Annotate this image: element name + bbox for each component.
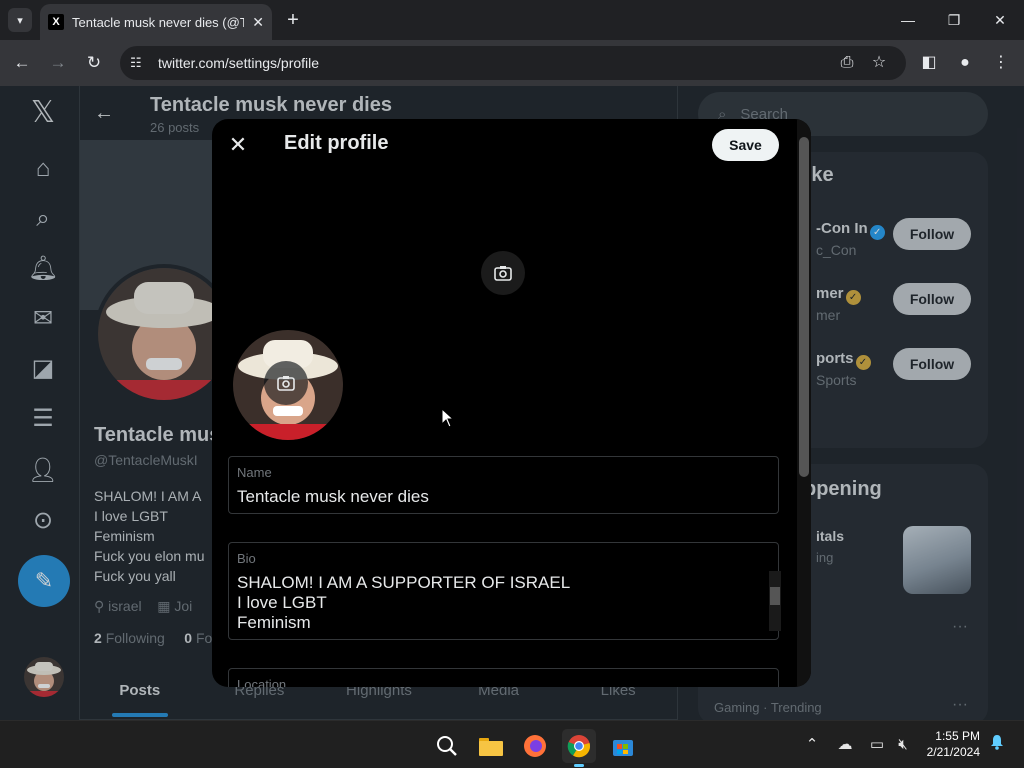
active-app-indicator — [574, 764, 584, 767]
install-app-icon[interactable]: ⎙ — [836, 52, 858, 74]
dialog-scrollbar-thumb[interactable] — [799, 137, 809, 477]
name-field-label: Name — [237, 465, 272, 480]
url-text: twitter.com/settings/profile — [158, 55, 320, 71]
location-field-label: Location — [237, 677, 287, 687]
bio-field[interactable]: Bio SHALOM! I AM A SUPPORTER OF ISRAEL I… — [228, 542, 781, 640]
close-tab-icon[interactable]: ✕ — [252, 14, 264, 31]
bio-line[interactable]: I love LGBT — [237, 593, 327, 613]
show-hidden-icons-chevron-icon[interactable]: ⌃ — [801, 734, 823, 756]
tab-title: Tentacle musk never dies (@Ter — [72, 14, 245, 30]
bookmark-star-icon[interactable]: ☆ — [868, 52, 890, 74]
mouse-cursor-icon — [441, 408, 453, 428]
clock-date[interactable]: 2/21/2024 — [920, 745, 980, 759]
add-avatar-photo-icon[interactable] — [264, 361, 308, 405]
bio-field-label: Bio — [237, 551, 256, 566]
tab-search-chevron-icon[interactable]: ▾ — [8, 8, 32, 32]
microsoft-store-icon[interactable] — [606, 729, 640, 763]
chrome-icon[interactable] — [562, 729, 596, 763]
reload-icon[interactable]: ↻ — [83, 52, 105, 74]
save-button[interactable]: Save — [712, 129, 779, 161]
add-banner-photo-icon[interactable] — [481, 251, 525, 295]
back-arrow-icon[interactable]: ← — [11, 52, 33, 74]
network-icon[interactable]: ▭ — [866, 734, 888, 756]
edit-profile-dialog: ✕ Edit profile Save Name Tentacle musk n… — [212, 119, 811, 687]
restore-icon[interactable]: ❐ — [944, 10, 964, 30]
volume-muted-icon[interactable]: 🔇︎ — [892, 734, 914, 756]
bio-line[interactable]: SHALOM! I AM A SUPPORTER OF ISRAEL — [237, 573, 570, 593]
location-field[interactable]: Location — [228, 668, 779, 687]
minimize-icon[interactable]: — — [898, 10, 918, 30]
search-icon[interactable] — [430, 729, 464, 763]
side-panel-icon[interactable]: ◧ — [918, 52, 940, 74]
new-tab-plus-icon[interactable]: + — [284, 10, 302, 30]
dialog-title: Edit profile — [284, 132, 389, 154]
clock-time[interactable]: 1:55 PM — [920, 729, 980, 743]
onedrive-cloud-icon[interactable]: ☁ — [834, 734, 856, 756]
browser-menu-icon[interactable]: ⋮ — [990, 52, 1012, 74]
windows-taskbar: ⌃ ☁ ▭ 🔇︎ 1:55 PM 2/21/2024 — [0, 720, 1024, 768]
notification-bell-icon[interactable] — [986, 734, 1008, 756]
x-favicon-icon: X — [48, 14, 64, 30]
bio-scrollbar-thumb[interactable] — [770, 587, 780, 605]
bio-line[interactable]: Feminism — [237, 613, 311, 633]
close-icon[interactable]: ✕ — [226, 133, 250, 157]
name-field[interactable]: Name Tentacle musk never dies — [228, 456, 779, 514]
firefox-icon[interactable] — [518, 729, 552, 763]
address-bar[interactable]: ☷ twitter.com/settings/profile — [120, 46, 906, 80]
window-close-icon[interactable]: ✕ — [990, 10, 1010, 30]
account-icon[interactable]: ● — [954, 52, 976, 74]
file-explorer-icon[interactable] — [474, 729, 508, 763]
browser-tab[interactable]: X Tentacle musk never dies (@Ter ✕ — [40, 4, 272, 40]
site-info-icon[interactable]: ☷ — [130, 55, 150, 71]
name-field-value[interactable]: Tentacle musk never dies — [237, 487, 429, 507]
forward-arrow-icon[interactable]: → — [47, 52, 69, 74]
